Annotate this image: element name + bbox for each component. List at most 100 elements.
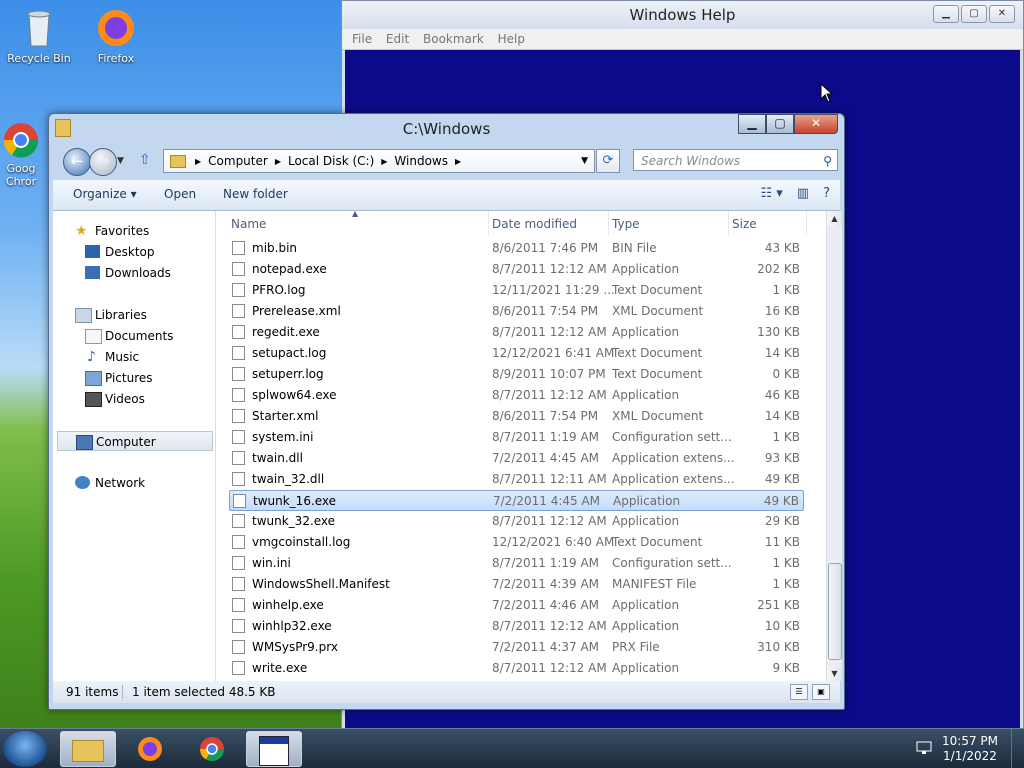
file-row[interactable]: winhlp32.exe 8/7/2011 12:12 AM Application… — [229, 616, 804, 637]
help-maximize-button[interactable]: ▢ — [961, 5, 987, 23]
file-row[interactable]: setupact.log 12/12/2021 6:41 AM Text Docum… — [229, 343, 804, 364]
start-button[interactable] — [3, 731, 47, 767]
file-row[interactable]: twain.dll 7/2/2011 4:45 AM Application ext… — [229, 448, 804, 469]
file-row[interactable]: setuperr.log 8/9/2011 10:07 PM Text Docume… — [229, 364, 804, 385]
file-row[interactable]: Prerelease.xml 8/6/2011 7:54 PM XML Docume… — [229, 301, 804, 322]
desktop-icon-recycle-bin[interactable]: Recycle Bin — [1, 6, 77, 65]
change-view-icon[interactable]: ☷ ▾ — [760, 186, 782, 201]
help-menu-bookmark[interactable]: Bookmark — [423, 29, 484, 49]
file-size: 49 KB — [764, 472, 800, 486]
scroll-up-icon[interactable]: ▲ — [827, 211, 842, 226]
file-icon — [232, 640, 245, 654]
nav-computer[interactable]: Computer — [57, 431, 213, 451]
file-icon — [232, 451, 245, 465]
file-row[interactable]: system.ini 8/7/2011 1:19 AM Configuration … — [229, 427, 804, 448]
nav-network[interactable]: Network — [53, 473, 215, 493]
organize-button[interactable]: Organize ▾ — [73, 187, 137, 201]
address-row: ← → ▼ ⇧ ▶ Computer ▶ Local Disk (C:) ▶ W… — [59, 148, 838, 176]
file-size: 9 KB — [772, 661, 800, 675]
videos-icon — [85, 392, 102, 407]
file-icon — [232, 661, 245, 675]
maximize-button[interactable]: ▢ — [766, 114, 794, 134]
search-icon: ⚲ — [823, 154, 832, 168]
taskbar-explorer-button[interactable] — [60, 731, 116, 767]
open-button[interactable]: Open — [164, 187, 196, 201]
file-row[interactable]: WMSysPr9.prx 7/2/2011 4:37 AM PRX File 310 … — [229, 637, 804, 658]
scroll-thumb[interactable] — [828, 563, 842, 660]
vertical-scrollbar[interactable]: ▲ ▼ — [826, 211, 842, 681]
taskbar-chrome-button[interactable] — [184, 731, 240, 767]
column-type[interactable]: Type — [612, 217, 640, 231]
column-name[interactable]: Name — [231, 217, 266, 231]
back-button[interactable]: ← — [63, 148, 91, 176]
nav-downloads[interactable]: Downloads — [53, 263, 215, 283]
file-size: 49 KB — [763, 494, 799, 508]
minimize-button[interactable]: ▁ — [738, 114, 766, 134]
recent-pages-dropdown[interactable]: ▼ — [117, 156, 124, 166]
breadcrumb-windows[interactable]: Windows — [394, 154, 448, 168]
breadcrumb-local-disk[interactable]: Local Disk (C:) — [288, 154, 374, 168]
file-row[interactable]: PFRO.log 12/11/2021 11:29 ... Text Documen… — [229, 280, 804, 301]
network-tray-icon[interactable] — [916, 741, 932, 755]
file-icon — [232, 241, 245, 255]
file-size: 43 KB — [764, 241, 800, 255]
file-size: 130 KB — [757, 325, 800, 339]
refresh-button[interactable]: ⟳ — [596, 149, 620, 173]
breadcrumb-computer[interactable]: Computer — [208, 154, 268, 168]
up-arrow-icon[interactable]: ⇧ — [139, 152, 151, 168]
search-input[interactable]: Search Windows ⚲ — [633, 149, 838, 171]
details-view-icon[interactable]: ☰ — [790, 684, 808, 700]
help-menu-help[interactable]: Help — [498, 29, 525, 49]
nav-pictures[interactable]: Pictures — [53, 368, 215, 388]
file-size: 1 KB — [772, 430, 800, 444]
file-list[interactable]: Name ▲ Date modified Type Size mib.bin 8/… — [216, 211, 826, 681]
file-type: Application — [612, 325, 680, 339]
file-row[interactable]: twain_32.dll 8/7/2011 12:11 AM Application… — [229, 469, 804, 490]
navigation-pane: ★ Favorites Desktop Downloads Libraries … — [53, 211, 216, 681]
close-button[interactable]: ✕ — [794, 114, 838, 134]
nav-music[interactable]: ♪ Music — [53, 347, 215, 367]
file-date-modified: 8/6/2011 7:54 PM — [492, 304, 599, 318]
clock-date: 1/1/2022 — [943, 749, 997, 763]
scroll-down-icon[interactable]: ▼ — [827, 666, 842, 681]
file-row[interactable]: regedit.exe 8/7/2011 12:12 AM Application 1… — [229, 322, 804, 343]
file-row[interactable]: twunk_16.exe 7/2/2011 4:45 AM Application 4… — [229, 490, 804, 511]
file-row[interactable]: win.ini 8/7/2011 1:19 AM Configuration set… — [229, 553, 804, 574]
column-size[interactable]: Size — [732, 217, 757, 231]
address-dropdown-icon[interactable]: ▼ — [581, 156, 588, 166]
help-minimize-button[interactable]: ▁ — [933, 5, 959, 23]
file-row[interactable]: mib.bin 8/6/2011 7:46 PM BIN File 43 KB — [229, 238, 804, 259]
file-row[interactable]: winhelp.exe 7/2/2011 4:46 AM Application 25… — [229, 595, 804, 616]
help-icon[interactable]: ? — [823, 186, 830, 201]
file-type: Application extens... — [612, 451, 735, 465]
file-row[interactable]: write.exe 8/7/2011 12:12 AM Application 9 K… — [229, 658, 804, 679]
large-icons-view-icon[interactable]: ▣ — [812, 684, 830, 700]
file-row[interactable]: splwow64.exe 8/7/2011 12:12 AM Application… — [229, 385, 804, 406]
help-menu-edit[interactable]: Edit — [386, 29, 409, 49]
nav-favorites[interactable]: ★ Favorites — [53, 221, 215, 241]
desktop-icon-chrome[interactable]: Goog Chror — [0, 120, 46, 188]
taskbar-clock[interactable]: 10:57 PM 1/1/2022 — [942, 734, 998, 764]
nav-desktop[interactable]: Desktop — [53, 242, 215, 262]
desktop-icon-firefox[interactable]: Firefox — [78, 6, 154, 65]
preview-pane-icon[interactable]: ▥ — [797, 186, 809, 201]
nav-videos[interactable]: Videos — [53, 389, 215, 409]
file-row[interactable]: vmgcoinstall.log 12/12/2021 6:40 AM Text D… — [229, 532, 804, 553]
help-menu-file[interactable]: File — [352, 29, 372, 49]
nav-documents[interactable]: Documents — [53, 326, 215, 346]
file-row[interactable]: twunk_32.exe 8/7/2011 12:12 AM Application… — [229, 511, 804, 532]
file-row[interactable]: Starter.xml 8/6/2011 7:54 PM XML Document 1… — [229, 406, 804, 427]
taskbar-firefox-button[interactable] — [122, 731, 178, 767]
desktop-icon-label: Recycle Bin — [7, 52, 71, 65]
taskbar-help-button[interactable] — [246, 731, 302, 767]
nav-libraries[interactable]: Libraries — [53, 305, 215, 325]
file-row[interactable]: WindowsShell.Manifest 7/2/2011 4:39 AM MAN… — [229, 574, 804, 595]
new-folder-button[interactable]: New folder — [223, 187, 288, 201]
file-row[interactable]: notepad.exe 8/7/2011 12:12 AM Application 2… — [229, 259, 804, 280]
forward-button[interactable]: → — [89, 148, 117, 176]
file-type: Application — [612, 619, 680, 633]
column-date-modified[interactable]: Date modified — [492, 217, 577, 231]
show-desktop-button[interactable] — [1011, 729, 1024, 768]
address-bar[interactable]: ▶ Computer ▶ Local Disk (C:) ▶ Windows ▶… — [163, 149, 595, 173]
help-close-button[interactable]: ✕ — [989, 5, 1015, 23]
